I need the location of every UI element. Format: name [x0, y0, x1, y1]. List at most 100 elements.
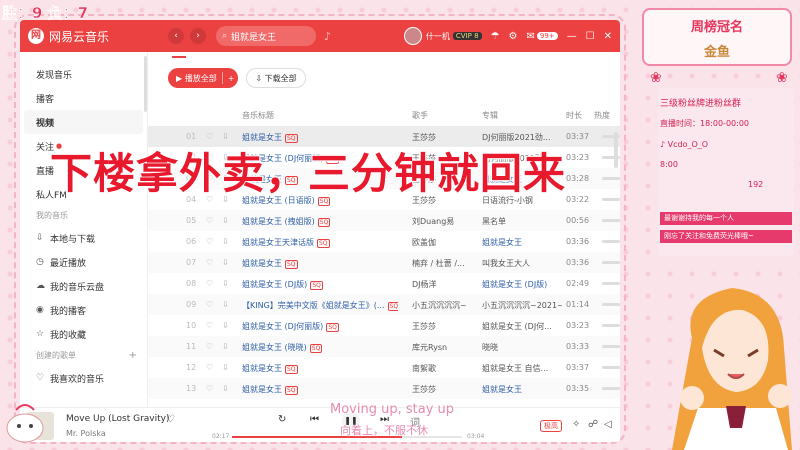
song-album[interactable]: 晓晓	[482, 342, 562, 353]
table-row[interactable]: 05 ♡ ⇩ 姐就是女王 (拽姐版) SQ 刘Duang易 黑名单 00:56	[148, 210, 620, 231]
add-to-queue-icon[interactable]: +	[228, 74, 235, 83]
sidebar-scrollbar[interactable]	[144, 56, 147, 112]
sidebar-item[interactable]: ⇩ 本地与下载	[24, 226, 143, 250]
like-icon[interactable]: ♡	[206, 363, 213, 372]
table-row[interactable]: 11 ♡ ⇩ 姐就是女王 (晓晓) SQ 库元Rysn 晓晓 03:33	[148, 336, 620, 357]
download-icon[interactable]: ⇩	[222, 258, 229, 267]
like-icon[interactable]: ♡	[206, 216, 213, 225]
search-input[interactable]: 姐就是女王	[231, 30, 276, 43]
close-icon[interactable]: ✕	[604, 31, 612, 42]
col-title[interactable]: 音乐标题	[242, 110, 398, 121]
song-title[interactable]: 【KING】完美中文版《姐就是女王》(... SQ	[242, 300, 398, 311]
settings-icon[interactable]: ⚙	[509, 31, 518, 42]
song-album[interactable]: 黑名单	[482, 216, 562, 227]
now-playing-artist[interactable]: Mr. Polska	[66, 429, 106, 438]
skin-icon[interactable]: ☂	[491, 31, 500, 42]
download-icon[interactable]: ⇩	[222, 321, 229, 330]
like-icon[interactable]: ♡	[206, 258, 213, 267]
table-row[interactable]: 12 ♡ ⇩ 姐就是女王 SQ 南絮歌 姐就是女王 自信... 03:37	[148, 357, 620, 378]
now-playing-title[interactable]: Move Up (Lost Gravity)	[66, 414, 170, 424]
col-artist[interactable]: 歌手	[412, 110, 478, 121]
row-number: 06	[186, 237, 197, 246]
search-box[interactable]: ⌕ 姐就是女王	[216, 26, 316, 46]
sidebar-item[interactable]: 播客	[24, 86, 143, 110]
microphone-icon[interactable]: ♪	[324, 30, 331, 43]
app-logo[interactable]: 网 网易云音乐	[28, 28, 168, 45]
sidebar-item[interactable]: 视频	[24, 110, 143, 134]
song-title[interactable]: 姐就是女王 SQ	[242, 258, 398, 269]
download-icon[interactable]: ⇩	[222, 216, 229, 225]
effects-icon[interactable]: ✧	[572, 419, 580, 430]
share-icon[interactable]: ☍	[588, 419, 598, 430]
like-icon[interactable]: ♡	[206, 300, 213, 309]
sidebar-item[interactable]: ◷ 最近播放	[24, 250, 143, 274]
like-icon[interactable]: ♡	[206, 279, 213, 288]
title-bar: 网 网易云音乐 ‹ › ⌕ 姐就是女王 ♪ 什一机 CVIP 8 ☂ ⚙ ✉ 9…	[20, 20, 620, 52]
song-artist[interactable]: 王莎莎	[412, 321, 478, 332]
like-icon[interactable]: ♡	[206, 321, 213, 330]
download-icon[interactable]: ⇩	[222, 363, 229, 372]
download-icon[interactable]: ⇩	[222, 342, 229, 351]
song-album[interactable]: 姐就是女王	[482, 384, 562, 395]
sidebar-item[interactable]: ☁ 我的音乐云盘	[24, 274, 143, 298]
table-row[interactable]: 10 ♡ ⇩ 姐就是女王 (DJ何丽版) SQ 王莎莎 姐就是女王 (DJ何... 03:23	[148, 315, 620, 336]
download-icon[interactable]: ⇩	[222, 237, 229, 246]
song-title[interactable]: 姐就是女王 SQ	[242, 363, 398, 374]
song-album[interactable]: 姐就是女王 (DJ何...	[482, 321, 562, 332]
like-icon[interactable]: ♡	[206, 237, 213, 246]
table-row[interactable]: 08 ♡ ⇩ 姐就是女王 (DJ版) SQ DJ杨洋 姐就是女王 (DJ版) 02:49	[148, 273, 620, 294]
volume-icon[interactable]: ◁	[604, 419, 612, 430]
col-popularity[interactable]: 热度	[594, 110, 610, 121]
username[interactable]: 什一机	[426, 31, 450, 42]
download-icon[interactable]: ⇩	[222, 384, 229, 393]
download-icon[interactable]: ⇩	[222, 279, 229, 288]
song-album[interactable]: 叫我女王大人	[482, 258, 562, 269]
col-duration[interactable]: 时长	[566, 110, 582, 121]
table-row[interactable]: 06 ♡ ⇩ 姐就是女王天津话版 SQ 欧盖伽 姐就是女王 03:36	[148, 231, 620, 252]
song-album[interactable]: 姐就是女王	[482, 237, 562, 248]
like-icon[interactable]: ♡	[206, 384, 213, 393]
song-album[interactable]: 小五沉沉沉沉~2021~	[482, 300, 562, 311]
download-all-button[interactable]: ⇩ 下载全部	[246, 68, 306, 88]
song-artist[interactable]: 楠弃 / 杜蔷 /...	[412, 258, 478, 269]
song-album[interactable]: 姐就是女王 自信...	[482, 363, 562, 374]
song-title[interactable]: 姐就是女王 (DJ何丽版) SQ	[242, 321, 398, 332]
quality-button[interactable]: 极高	[540, 420, 562, 432]
song-album[interactable]: 姐就是女王 (DJ版)	[482, 279, 562, 290]
song-artist[interactable]: 南絮歌	[412, 363, 478, 374]
sidebar-item[interactable]: ☆ 我的收藏	[24, 322, 143, 346]
song-artist[interactable]: 刘Duang易	[412, 216, 478, 227]
sidebar-item[interactable]: ◉ 我的播客	[24, 298, 143, 322]
song-title[interactable]: 姐就是女王天津话版 SQ	[242, 237, 398, 248]
forward-icon[interactable]: ›	[190, 28, 206, 44]
song-artist[interactable]: 小五沉沉沉沉~	[412, 300, 478, 311]
like-icon[interactable]: ♡	[166, 414, 175, 425]
table-row[interactable]: 09 ♡ ⇩ 【KING】完美中文版《姐就是女王》(... SQ 小五沉沉沉沉~ 小五沉沉沉…	[148, 294, 620, 315]
song-title[interactable]: 姐就是女王 (拽姐版) SQ	[242, 216, 398, 227]
like-icon[interactable]: ♡	[206, 342, 213, 351]
sidebar-item-liked-music[interactable]: ♡ 我喜欢的音乐	[24, 366, 143, 390]
song-artist[interactable]: 王莎莎	[412, 384, 478, 395]
vip-badge[interactable]: CVIP 8	[452, 32, 482, 40]
song-title[interactable]: 姐就是女王 SQ	[242, 384, 398, 395]
download-icon[interactable]: ⇩	[222, 300, 229, 309]
previous-icon[interactable]: ⏮	[310, 414, 319, 425]
song-title[interactable]: 姐就是女王 (晓晓) SQ	[242, 342, 398, 353]
back-icon[interactable]: ‹	[168, 28, 184, 44]
play-all-button[interactable]: ▶ 播放全部 +	[168, 68, 239, 88]
maximize-icon[interactable]: ☐	[586, 31, 595, 42]
table-row[interactable]: 07 ♡ ⇩ 姐就是女王 SQ 楠弃 / 杜蔷 /... 叫我女王大人 03:36	[148, 252, 620, 273]
sidebar-item[interactable]: 发现音乐	[24, 62, 143, 86]
song-artist[interactable]: 库元Rysn	[412, 342, 478, 353]
my-music-section-title: 我的音乐	[36, 211, 68, 220]
minimize-icon[interactable]: —	[567, 31, 577, 42]
col-album[interactable]: 专辑	[482, 110, 562, 121]
mail-icon[interactable]: ✉	[526, 31, 534, 42]
song-title[interactable]: 姐就是女王 (DJ版) SQ	[242, 279, 398, 290]
avatar[interactable]	[403, 27, 422, 45]
song-artist[interactable]: 欧盖伽	[412, 237, 478, 248]
add-playlist-icon[interactable]: +	[129, 346, 137, 366]
table-row[interactable]: 13 ♡ ⇩ 姐就是女王 SQ 王莎莎 姐就是女王 03:35	[148, 378, 620, 399]
loop-icon[interactable]: ↻	[278, 414, 286, 425]
song-artist[interactable]: DJ杨洋	[412, 279, 478, 290]
